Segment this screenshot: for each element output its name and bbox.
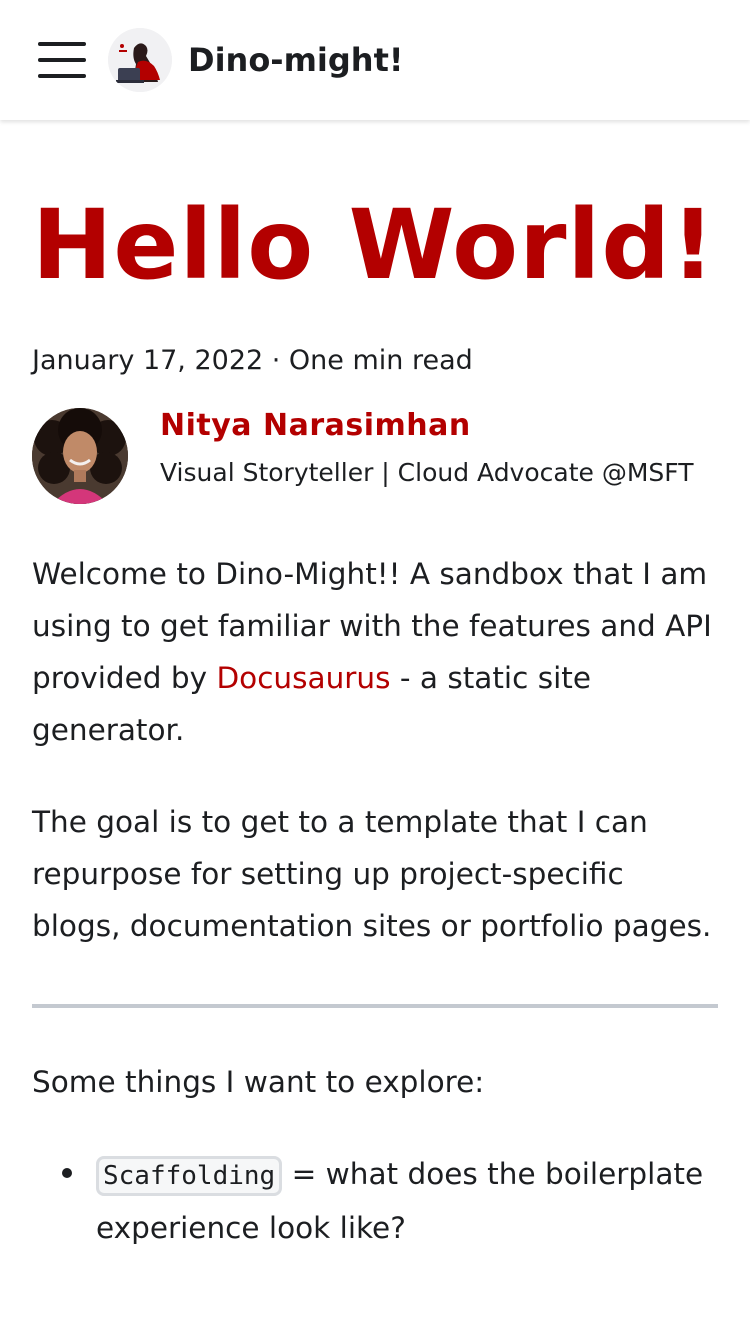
post-meta: January 17, 2022 · One min read <box>32 345 473 376</box>
author-photo-icon <box>32 408 128 504</box>
author-name-link[interactable]: Nitya Narasimhan <box>160 408 694 444</box>
menu-bar-middle <box>38 58 86 62</box>
list-item: Scaffolding = what does the boilerplate … <box>32 1148 718 1254</box>
inline-code: Scaffolding <box>96 1156 283 1196</box>
site-title: Dino-might! <box>188 41 404 79</box>
brand-link[interactable]: Dino-might! <box>108 28 403 92</box>
navbar: Dino-might! <box>0 0 750 120</box>
hamburger-menu-icon[interactable] <box>38 42 86 78</box>
docusaurus-link[interactable]: Docusaurus <box>216 661 390 695</box>
bullet-icon <box>62 1168 72 1178</box>
site-logo <box>108 28 172 92</box>
author-info: Nitya Narasimhan Visual Storyteller | Cl… <box>160 408 694 504</box>
intro-paragraph: Welcome to Dino-Might!! A sandbox that I… <box>32 548 718 756</box>
explore-intro: Some things I want to explore: <box>32 1065 485 1099</box>
post-title: Hello World! <box>32 189 716 301</box>
author-bio: Visual Storyteller | Cloud Advocate @MSF… <box>160 458 694 487</box>
menu-bar-top <box>38 42 86 46</box>
explore-list: Scaffolding = what does the boilerplate … <box>32 1148 718 1254</box>
goal-paragraph: The goal is to get to a template that I … <box>32 805 712 943</box>
blog-post: Hello World! January 17, 2022 · One min … <box>32 120 718 1254</box>
dino-might-logo-icon <box>108 28 172 92</box>
section-divider <box>32 1004 718 1008</box>
menu-bar-bottom <box>38 74 86 78</box>
author-avatar[interactable] <box>32 408 128 504</box>
author-block: Nitya Narasimhan Visual Storyteller | Cl… <box>32 408 718 504</box>
